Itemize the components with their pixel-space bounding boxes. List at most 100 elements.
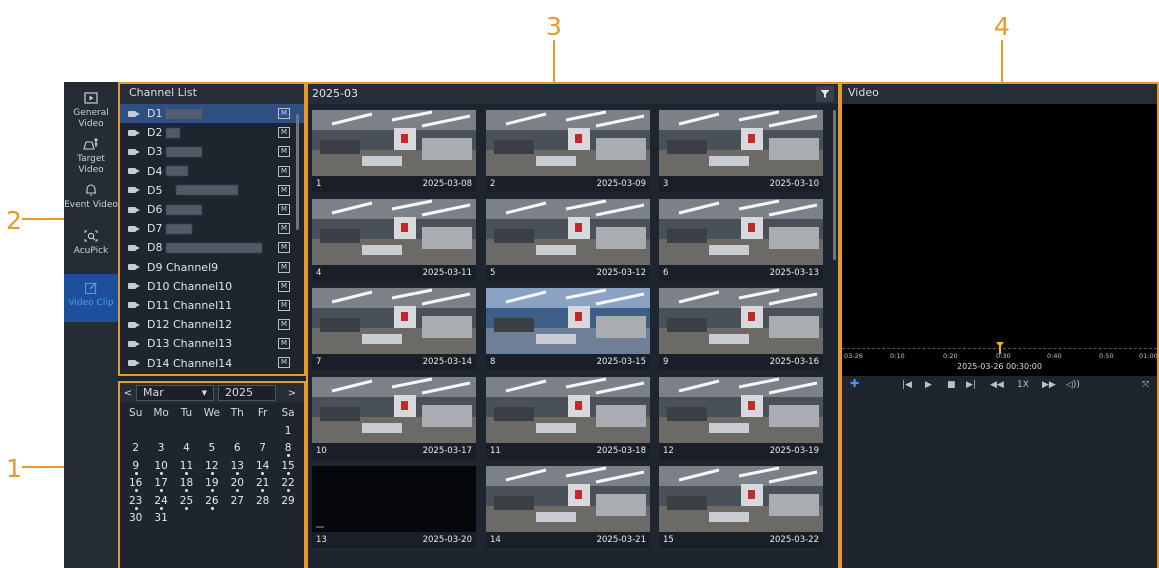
channel-item-d1[interactable]: D1 M: [120, 104, 304, 124]
calendar-day[interactable]: 26: [199, 493, 224, 511]
calendar-day[interactable]: 2: [123, 440, 148, 458]
channel-list-scrollbar[interactable]: [296, 114, 299, 230]
calendar-day[interactable]: 9: [123, 458, 148, 476]
manual-record-badge[interactable]: M: [278, 357, 290, 369]
nav-target-video[interactable]: Target Video: [64, 136, 118, 176]
calendar-day[interactable]: 16: [123, 475, 148, 493]
thumbnail-item[interactable]: 7 2025-03-14: [312, 288, 476, 370]
filter-button[interactable]: [816, 86, 834, 102]
calendar-day[interactable]: 4: [174, 440, 199, 458]
thumbnail-item[interactable]: 4 2025-03-11: [312, 199, 476, 281]
slow-down-icon[interactable]: ◀◀: [990, 380, 1004, 390]
manual-record-badge[interactable]: M: [278, 280, 290, 292]
manual-record-badge[interactable]: M: [278, 184, 290, 196]
timeline-cursor[interactable]: [999, 342, 1001, 354]
channel-item-d7[interactable]: D7 M: [120, 219, 304, 238]
calendar-day[interactable]: 23: [123, 493, 148, 511]
stop-icon[interactable]: ■: [947, 380, 956, 390]
volume-icon[interactable]: ◁)): [1066, 380, 1080, 390]
thumbnail-item[interactable]: 13 2025-03-20: [312, 466, 476, 548]
next-month-button[interactable]: >: [284, 388, 300, 399]
prev-frame-icon[interactable]: |◀: [902, 380, 912, 390]
channel-item-d9[interactable]: D9 Channel9 M: [120, 258, 304, 277]
thumbnail-item[interactable]: 3 2025-03-10: [659, 110, 823, 192]
calendar-day[interactable]: 25: [174, 493, 199, 511]
calendar-day[interactable]: 12: [199, 458, 224, 476]
calendar-day[interactable]: 30: [123, 510, 148, 528]
manual-record-badge[interactable]: M: [278, 319, 290, 331]
fast-forward-icon[interactable]: ▶▶: [1042, 380, 1056, 390]
calendar-day[interactable]: 24: [148, 493, 173, 511]
thumbnail-item[interactable]: 10 2025-03-17: [312, 377, 476, 459]
thumbnail-scrollbar[interactable]: [833, 110, 836, 260]
play-icon[interactable]: ▶: [925, 380, 932, 390]
manual-record-badge[interactable]: M: [278, 299, 290, 311]
video-title: Video: [842, 84, 1157, 104]
clip-add-icon[interactable]: ✚: [850, 378, 859, 389]
channel-item-d6[interactable]: D6 M: [120, 200, 304, 219]
calendar-day[interactable]: 5: [199, 440, 224, 458]
thumbnail-item[interactable]: 9 2025-03-16: [659, 288, 823, 370]
manual-record-badge[interactable]: M: [278, 338, 290, 350]
manual-record-badge[interactable]: M: [278, 203, 290, 215]
video-player[interactable]: [842, 104, 1157, 340]
manual-record-badge[interactable]: M: [278, 127, 290, 139]
channel-item-d11[interactable]: D11 Channel11 M: [120, 296, 304, 315]
channel-item-d3[interactable]: D3 M: [120, 142, 304, 161]
thumbnail-item[interactable]: 14 2025-03-21: [486, 466, 650, 548]
channel-item-d8[interactable]: D8 M: [120, 238, 304, 257]
calendar-day[interactable]: 7: [250, 440, 275, 458]
calendar-day[interactable]: 10: [148, 458, 173, 476]
channel-item-d2[interactable]: D2 M: [120, 123, 304, 142]
calendar-day[interactable]: 6: [225, 440, 250, 458]
year-select[interactable]: 2025: [218, 385, 276, 401]
calendar-day[interactable]: 8: [275, 440, 300, 458]
calendar-day[interactable]: 20: [225, 475, 250, 493]
channel-item-d12[interactable]: D12 Channel12 M: [120, 315, 304, 334]
fullscreen-icon[interactable]: ⤧: [1142, 380, 1149, 390]
nav-event-video[interactable]: Event Video: [64, 182, 118, 218]
channel-item-d14[interactable]: D14 Channel14 M: [120, 353, 304, 372]
calendar-day[interactable]: 13: [225, 458, 250, 476]
calendar-day[interactable]: 17: [148, 475, 173, 493]
calendar-day[interactable]: 11: [174, 458, 199, 476]
manual-record-badge[interactable]: M: [278, 165, 290, 177]
channel-item-d10[interactable]: D10 Channel10 M: [120, 277, 304, 296]
manual-record-badge[interactable]: M: [278, 242, 290, 254]
thumbnail-item[interactable]: 5 2025-03-12: [486, 199, 650, 281]
month-select[interactable]: Mar: [136, 385, 214, 401]
thumbnail-item[interactable]: 2 2025-03-09: [486, 110, 650, 192]
nav-acupick[interactable]: AcuPick: [64, 228, 118, 264]
calendar-day[interactable]: 28: [250, 493, 275, 511]
next-frame-icon[interactable]: ▶|: [966, 380, 976, 390]
channel-item-d13[interactable]: D13 Channel13 M: [120, 334, 304, 353]
timeline[interactable]: 03-26 0:10 0:20 0:30 0:40 0:50 01:00 202…: [842, 340, 1158, 376]
nav-general-video[interactable]: General Video: [64, 90, 118, 130]
channel-item-d4[interactable]: D4 M: [120, 162, 304, 181]
calendar-day[interactable]: 3: [148, 440, 173, 458]
channel-item-d5[interactable]: D5 M: [120, 181, 304, 200]
thumbnail-item[interactable]: 8 2025-03-15: [486, 288, 650, 370]
calendar-day[interactable]: 21: [250, 475, 275, 493]
thumbnail-item[interactable]: 12 2025-03-19: [659, 377, 823, 459]
calendar-day[interactable]: 27: [225, 493, 250, 511]
thumbnail-item[interactable]: 11 2025-03-18: [486, 377, 650, 459]
thumbnail-item[interactable]: 15 2025-03-22: [659, 466, 823, 548]
calendar-day[interactable]: 15: [275, 458, 300, 476]
calendar-day[interactable]: 1: [275, 423, 300, 441]
calendar-day[interactable]: 29: [275, 493, 300, 511]
calendar-day[interactable]: 18: [174, 475, 199, 493]
calendar-day[interactable]: 31: [148, 510, 173, 528]
calendar-day[interactable]: 22: [275, 475, 300, 493]
thumbnail-item[interactable]: 1 2025-03-08: [312, 110, 476, 192]
manual-record-badge[interactable]: M: [278, 146, 290, 158]
manual-record-badge[interactable]: M: [278, 108, 290, 119]
prev-month-button[interactable]: <: [120, 388, 136, 399]
thumbnail-item[interactable]: 6 2025-03-13: [659, 199, 823, 281]
calendar-day[interactable]: 14: [250, 458, 275, 476]
calendar-day[interactable]: 19: [199, 475, 224, 493]
manual-record-badge[interactable]: M: [278, 261, 290, 273]
manual-record-badge[interactable]: M: [278, 223, 290, 235]
nav-video-clip[interactable]: Video Clip: [64, 274, 118, 322]
thumbnail-image: [312, 377, 476, 443]
